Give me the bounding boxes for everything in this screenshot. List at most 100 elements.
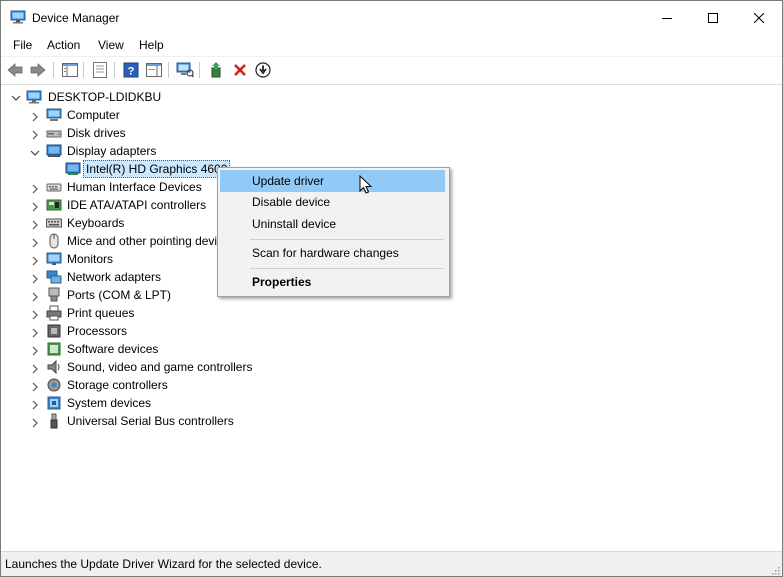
back-button[interactable] [6,61,24,79]
maximize-button[interactable] [690,1,736,35]
chevron-right-icon[interactable] [30,184,40,194]
tree-item-system-devices[interactable]: System devices [67,396,151,410]
context-menu: Update driver Disable device Uninstall d… [217,167,450,297]
chevron-right-icon[interactable] [30,202,40,212]
chevron-right-icon[interactable] [30,274,40,284]
close-button[interactable] [736,1,782,35]
chevron-right-icon[interactable] [30,346,40,356]
chevron-right-icon[interactable] [30,220,40,230]
menu-bar: File Action View Help [1,35,782,55]
chevron-right-icon[interactable] [30,256,40,266]
action-pane-button[interactable] [145,61,163,79]
speaker-icon [47,359,60,375]
tree-item-ide-ata-atapi-controllers[interactable]: IDE ATA/ATAPI controllers [67,198,206,212]
tree-item-disk-drives[interactable]: Disk drives [67,126,126,140]
minimize-button[interactable] [644,1,690,35]
menu-separator [250,268,444,269]
window-title: Device Manager [32,11,120,25]
help-icon: ? [123,62,139,78]
svg-text:?: ? [128,66,135,78]
update-driver-button[interactable] [208,61,226,79]
tree-item-network-adapters[interactable]: Network adapters [67,270,161,284]
tree-item-computer[interactable]: Computer [67,108,120,122]
menu-view[interactable]: View [98,38,124,52]
chevron-right-icon[interactable] [30,364,40,374]
tree-item-usb-controllers[interactable]: Universal Serial Bus controllers [67,414,234,428]
monitor-icon [46,252,62,265]
disk-drive-icon [46,130,62,138]
menu-item-scan-hardware-changes[interactable]: Scan for hardware changes [220,242,445,264]
chevron-right-icon[interactable] [30,328,40,338]
tree-item-monitors[interactable]: Monitors [67,252,113,266]
uninstall-device-button[interactable] [231,61,249,79]
forward-button[interactable] [29,61,47,79]
storage-controller-icon [47,378,61,392]
tree-item-human-interface-devices[interactable]: Human Interface Devices [67,180,202,194]
minimize-icon [662,18,672,19]
scan-hardware-icon [176,62,194,78]
chevron-right-icon[interactable] [30,418,40,428]
menu-item-update-driver[interactable]: Update driver [220,170,445,192]
chevron-right-icon[interactable] [30,130,40,140]
tree-item-storage-controllers[interactable]: Storage controllers [67,378,168,392]
display-adapter-icon [46,144,62,157]
console-tree-icon [62,63,78,77]
tree-item-software-devices[interactable]: Software devices [67,342,158,356]
tree-item-processors[interactable]: Processors [67,324,127,338]
chevron-right-icon[interactable] [30,292,40,302]
menu-separator [250,239,444,240]
chevron-down-icon[interactable] [11,93,21,103]
uninstall-icon [234,64,246,76]
chevron-right-icon[interactable] [30,382,40,392]
port-icon [48,287,60,302]
tree-item-mice[interactable]: Mice and other pointing devices [67,234,236,248]
device-manager-window: Device Manager File Action View Help ? D… [0,0,783,577]
tree-item-print-queues[interactable]: Print queues [67,306,134,320]
device-manager-app-icon [10,10,26,24]
usb-icon [50,413,58,429]
tree-root-label[interactable]: DESKTOP-LDIDKBU [48,90,161,104]
maximize-icon [708,13,718,23]
properties-label: Properties [252,275,312,289]
show-hide-console-tree-button[interactable] [61,61,79,79]
menu-item-properties[interactable]: Properties [220,271,445,293]
close-icon [754,13,764,23]
network-adapter-icon [46,270,62,284]
chevron-right-icon[interactable] [30,238,40,248]
menu-item-disable-device[interactable]: Disable device [220,191,445,213]
update-driver-label: Update driver [252,174,325,188]
menu-item-uninstall-device[interactable]: Uninstall device [220,213,445,235]
toolbar-separator [53,62,54,78]
uninstall-device-label: Uninstall device [252,217,337,231]
menu-action[interactable]: Action [47,38,80,52]
action-pane-icon [146,63,162,77]
hid-icon [46,183,62,192]
display-adapter-icon [65,162,81,175]
tree-item-sound-video-game[interactable]: Sound, video and game controllers [67,360,252,374]
mouse-cursor-icon [359,175,373,194]
disable-device-button[interactable] [254,61,272,79]
tree-item-display-adapters[interactable]: Display adapters [67,144,156,158]
scan-hardware-changes-button[interactable] [176,61,194,79]
mouse-icon [49,233,59,249]
ide-controller-icon [46,199,62,211]
chevron-right-icon[interactable] [30,112,40,122]
printer-icon [46,305,62,321]
device-tree: DESKTOP-LDIDKBU Computer Disk drives Dis… [1,85,782,549]
resize-grip-icon[interactable] [770,565,780,575]
properties-icon [93,62,107,78]
menu-help[interactable]: Help [139,38,164,52]
menu-file[interactable]: File [13,38,32,52]
chevron-down-icon[interactable] [30,148,40,158]
title-bar[interactable]: Device Manager [1,1,782,35]
status-bar: Launches the Update Driver Wizard for th… [1,551,782,576]
help-button[interactable]: ? [122,61,140,79]
back-icon [7,63,23,77]
properties-button[interactable] [91,61,109,79]
tree-item-keyboards[interactable]: Keyboards [67,216,124,230]
tree-item-intel-hd-graphics[interactable]: Intel(R) HD Graphics 4600 [83,160,231,178]
chevron-right-icon[interactable] [30,310,40,320]
processor-icon [47,324,61,338]
tree-item-ports[interactable]: Ports (COM & LPT) [67,288,171,302]
chevron-right-icon[interactable] [30,400,40,410]
